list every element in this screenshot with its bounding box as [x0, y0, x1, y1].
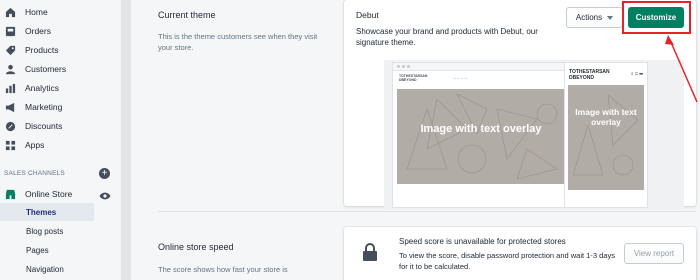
- discounts-icon: [4, 120, 16, 132]
- speed-description: The score shows how fast your store is: [158, 265, 288, 274]
- phone-header-icons: ⌕ ◻ ☰: [630, 71, 643, 77]
- speed-text: To view the score, disable password prot…: [399, 251, 615, 271]
- actions-button[interactable]: Actions: [566, 7, 623, 28]
- marketing-icon: [4, 101, 16, 113]
- lock-icon: [362, 242, 378, 262]
- sub-blog-posts[interactable]: Blog posts: [0, 222, 94, 240]
- phone-hero: Image with text overlay: [568, 85, 644, 190]
- nav-analytics[interactable]: Analytics: [0, 79, 122, 97]
- sales-channels-label: SALES CHANNELS: [4, 170, 65, 177]
- sub-themes[interactable]: Themes: [0, 203, 94, 221]
- current-theme-description: This is the theme customers see when the…: [158, 32, 318, 52]
- orders-icon: [4, 25, 16, 37]
- sidebar-scrollbar[interactable]: [122, 0, 131, 280]
- view-store-icon[interactable]: [99, 188, 111, 200]
- speed-card: Speed score is unavailable for protected…: [344, 227, 696, 280]
- section-divider: [158, 211, 696, 212]
- nav-online-store-label: Online Store: [25, 189, 73, 199]
- analytics-icon: [4, 82, 16, 94]
- nav-home-label: Home: [25, 7, 48, 17]
- actions-label: Actions: [575, 13, 603, 22]
- sidebar: Home Orders Products Customers Analytics…: [0, 0, 122, 280]
- nav-analytics-label: Analytics: [25, 83, 60, 93]
- nav-orders-label: Orders: [25, 26, 51, 36]
- sub-pages[interactable]: Pages: [0, 241, 94, 259]
- phone-store-name: TOTHESTARSAN DBEYOND: [569, 69, 610, 81]
- nav-customers[interactable]: Customers: [0, 60, 122, 78]
- main-content: Current theme This is the theme customer…: [131, 0, 700, 280]
- theme-description: Showcase your brand and products with De…: [356, 27, 538, 47]
- nav-apps[interactable]: Apps: [0, 136, 122, 154]
- nav-discounts-label: Discounts: [25, 121, 63, 131]
- nav-marketing-label: Marketing: [25, 102, 63, 112]
- customers-icon: [4, 63, 16, 75]
- home-icon: [4, 6, 16, 18]
- speed-heading: Online store speed: [158, 242, 234, 252]
- caret-down-icon: [607, 15, 614, 20]
- theme-name: Debut: [356, 10, 379, 20]
- browser-bar: [393, 63, 569, 71]
- nav-orders[interactable]: Orders: [0, 22, 122, 40]
- nav-apps-label: Apps: [25, 140, 45, 150]
- current-theme-heading: Current theme: [158, 10, 216, 20]
- nav-customers-label: Customers: [25, 64, 67, 74]
- apps-icon: [4, 139, 16, 151]
- products-icon: [4, 44, 16, 56]
- view-report-button[interactable]: View report: [624, 243, 684, 264]
- add-channel-icon[interactable]: +: [99, 168, 110, 179]
- nav-products-label: Products: [25, 45, 59, 55]
- nav-home[interactable]: Home: [0, 3, 122, 21]
- desktop-preview: TOTHESTARSAN DBEYOND — — — — Image with …: [392, 62, 570, 208]
- mobile-preview: TOTHESTARSAN DBEYOND ⌕ ◻ ☰ Image with te…: [564, 62, 648, 208]
- store-icon: [4, 188, 16, 200]
- speed-title: Speed score is unavailable for protected…: [399, 237, 566, 246]
- preview-hero: Image with text overlay: [397, 89, 565, 184]
- preview-store-name: TOTHESTARSAN DBEYOND: [399, 74, 428, 82]
- phone-hero-title: Image with text overlay: [575, 107, 637, 127]
- nav-discounts[interactable]: Discounts: [0, 117, 122, 135]
- highlight-box: [622, 1, 691, 34]
- nav-marketing[interactable]: Marketing: [0, 98, 122, 116]
- current-theme-card: Debut Showcase your brand and products w…: [344, 0, 696, 210]
- preview-nav: — — — —: [453, 76, 468, 80]
- preview-hero-title: Image with text overlay: [420, 123, 542, 135]
- nav-products[interactable]: Products: [0, 41, 122, 59]
- sub-navigation[interactable]: Navigation: [0, 260, 94, 278]
